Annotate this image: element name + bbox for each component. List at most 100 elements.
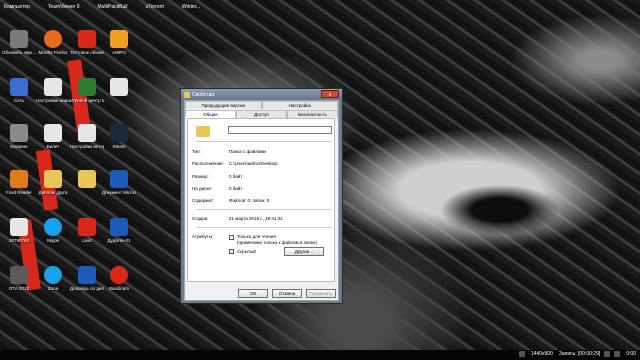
dialog-panel: Предыдущие версии Настройка Общие Доступ…	[184, 100, 339, 301]
desktop-icon-label: Настройки маршрутизатора	[36, 98, 70, 103]
divider	[196, 209, 332, 210]
readonly-sublabel: (применимо только к файлам в папке)	[237, 240, 317, 245]
readonly-checkbox[interactable]	[229, 235, 234, 240]
desktop-icon[interactable]	[70, 170, 104, 190]
firefox-icon	[44, 30, 62, 48]
folder-icon	[44, 170, 62, 188]
tabs-row-1: Предыдущие версии Настройка	[185, 101, 338, 109]
desktop-icon-label: Дудатек-01	[107, 238, 131, 243]
desktop-icon[interactable]: Корзина	[2, 124, 36, 149]
desktop-top-labels: Компьютер TeamViewer 9 MultiPackBull uTo…	[0, 0, 640, 14]
desktop-icon-label: 30790763	[8, 238, 30, 243]
top-label[interactable]: Winter...	[182, 4, 200, 14]
game-icon	[78, 78, 96, 96]
ok-button[interactable]: ОК	[238, 289, 268, 298]
game-icon	[10, 266, 28, 284]
desktop-icon[interactable]: Сеть	[2, 78, 36, 103]
desktop-icon[interactable]: Диплом друга	[36, 170, 70, 195]
desktop-icon[interactable]: Zona	[36, 266, 70, 291]
top-label[interactable]: uTorrent	[146, 4, 164, 14]
desktop-icon[interactable]: 30790763	[2, 218, 36, 243]
prop-type: Тип: Папка с файлами	[192, 149, 266, 154]
desktop-icon-label: Skype	[46, 238, 60, 243]
divider	[196, 141, 332, 142]
desktop-icon-label: Foxit Reader	[6, 190, 32, 195]
word-icon	[110, 170, 128, 188]
desktop-icon-label: Диплом друга	[38, 190, 68, 195]
prop-size: Размер: 0 байт	[192, 174, 243, 179]
app-icon	[78, 218, 96, 236]
taskbar: 1440x900 Запись: [00:00:29] 0:00	[0, 350, 640, 360]
pdf-icon	[10, 170, 28, 188]
desktop-icon[interactable]: Настройки маршрутизатора	[36, 78, 70, 103]
desktop-icon-label: Доповідь по дипломной	[70, 286, 104, 291]
prop-size-on-disk: На диске: 0 байт	[192, 186, 243, 191]
desktop-icon-label: Livid	[82, 238, 92, 243]
properties-dialog: Свойства: x Предыдущие версии Настройка …	[180, 88, 343, 304]
general-sheet: Тип: Папка с файлами Расположение: C:\User…	[187, 118, 335, 282]
desktop-icon[interactable]: Настройки интернета	[70, 124, 104, 149]
recording-readout: Запись: [00:00:29]	[558, 351, 601, 357]
tab-previous-versions[interactable]: Предыдущие версии	[185, 101, 262, 109]
desktop-icon[interactable]: Bandicam	[102, 266, 136, 291]
desktop-icon[interactable]: Дудатек-01	[102, 218, 136, 243]
settings-icon	[10, 30, 28, 48]
folder-icon	[196, 126, 210, 137]
desktop-icon[interactable]: Skype	[36, 218, 70, 243]
desktop-icon[interactable]: GTA 2012	[2, 266, 36, 291]
desktop-icon-label: Тестовое обновление	[70, 50, 104, 55]
clock[interactable]: 0:00	[626, 351, 636, 357]
desktop-icon[interactable]: Livid	[70, 218, 104, 243]
cancel-button[interactable]: Отмена	[272, 289, 302, 298]
desktop-icon[interactable]: Mozilla Firefox	[36, 30, 70, 55]
desktop-icon[interactable]	[102, 78, 136, 98]
tray-icon[interactable]	[518, 351, 525, 357]
desktop-icon-label: Zona	[47, 286, 59, 291]
desktop-icon-label: Сеть	[13, 98, 24, 103]
dialog-titlebar[interactable]: Свойства:	[181, 89, 342, 100]
network-icon	[10, 78, 28, 96]
desktop-icon[interactable]: Доповідь по дипломной	[70, 266, 104, 291]
skype-icon	[44, 218, 62, 236]
tab-customize[interactable]: Настройка	[261, 101, 338, 109]
prop-location: Расположение: C:\Users\admin\Desktop	[192, 161, 278, 166]
desktop-icon-label: GTA 2012	[9, 286, 29, 291]
steam-icon	[110, 124, 128, 142]
desktop-icon[interactable]: Steam	[102, 124, 136, 149]
document-icon	[10, 218, 28, 236]
desktop-icon[interactable]: Игровой центр Mail.Ru	[70, 78, 104, 103]
tab-security[interactable]: Безопасность	[287, 110, 338, 118]
other-attributes-button[interactable]: Другие...	[284, 247, 324, 256]
desktop-icon-label: AIMP3	[112, 50, 126, 55]
apply-button[interactable]: Применить	[306, 289, 336, 298]
tab-general[interactable]: Общие	[185, 110, 236, 118]
aimp-icon	[110, 30, 128, 48]
system-tray: 1440x900 Запись: [00:00:29] 0:00	[515, 351, 636, 357]
prop-contains: Содержит: Файлов: 0; папок: 0	[192, 198, 270, 203]
top-label[interactable]: MultiPackBull	[97, 4, 127, 14]
flag-icon[interactable]	[604, 351, 611, 357]
prop-created: Создан: 21 марта 2015 г., 18:41:42	[192, 216, 283, 221]
desktop-icon[interactable]: Документ Microsoft...	[102, 170, 136, 195]
tab-sharing[interactable]: Доступ	[236, 110, 287, 118]
desktop-icon-label: Обновить звук...	[2, 50, 36, 55]
close-button[interactable]: x	[321, 90, 339, 98]
readonly-label: Только для чтения	[237, 234, 276, 239]
document-icon	[110, 78, 128, 96]
folder-icon	[78, 170, 96, 188]
top-label[interactable]: Компьютер	[4, 4, 30, 14]
desktop-icon[interactable]: Обновить звук...	[2, 30, 36, 55]
folder-name-input[interactable]	[228, 126, 332, 134]
desktop-icon-label: Игровой центр Mail.Ru	[70, 98, 104, 103]
desktop-icon[interactable]: Билет	[36, 124, 70, 149]
desktop-icon[interactable]: Foxit Reader	[2, 170, 36, 195]
volume-icon[interactable]	[614, 351, 621, 357]
document-icon	[78, 124, 96, 142]
desktop-icon[interactable]: Тестовое обновление	[70, 30, 104, 55]
desktop-icon[interactable]: AIMP3	[102, 30, 136, 55]
hidden-label: Скрытый	[237, 249, 256, 254]
top-label[interactable]: TeamViewer 9	[48, 4, 80, 14]
hidden-checkbox[interactable]	[229, 249, 234, 254]
desktop-icon-label: Bandicam	[108, 286, 129, 291]
dialog-title: Свойства:	[192, 91, 216, 98]
